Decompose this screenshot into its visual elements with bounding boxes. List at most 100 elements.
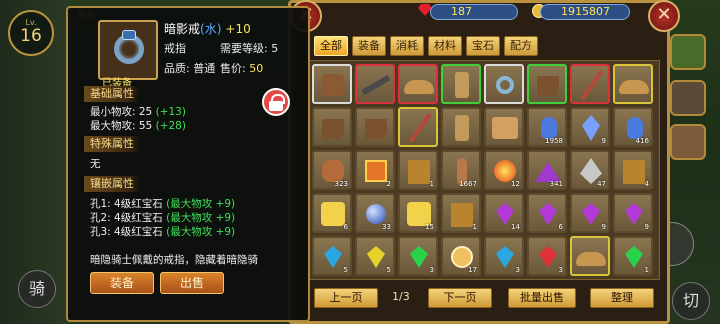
item-count: 3 (558, 266, 563, 274)
inventory-slot[interactable]: 3 (398, 236, 438, 276)
tab-all[interactable]: 全部 (314, 36, 348, 56)
tab-consumables[interactable]: 消耗 (390, 36, 424, 56)
scroll-side-icon[interactable] (670, 124, 706, 160)
gift-icon (365, 160, 387, 182)
inventory-slot[interactable] (312, 64, 352, 104)
boot-icon (365, 119, 387, 139)
gem-blue-icon (496, 246, 514, 268)
inventory-slot[interactable]: 3 (484, 236, 524, 276)
switch-button[interactable]: 切 (672, 282, 710, 320)
inventory-slot[interactable]: 1667 (441, 150, 481, 190)
book-icon (408, 160, 430, 184)
inlay-attr-line: 孔2: 4级红宝石 (最大物攻 +9) (90, 210, 235, 225)
inventory-slot[interactable] (398, 107, 438, 147)
gun-icon (361, 74, 391, 96)
inventory-slot[interactable]: 3 (527, 236, 567, 276)
inventory-slot[interactable]: 2 (355, 150, 395, 190)
item-name-text: 暗影戒 (164, 22, 201, 36)
ride-button[interactable]: 骑 (18, 270, 56, 308)
item-count: 1 (429, 180, 434, 188)
gem-green-icon (625, 246, 643, 268)
inventory-slot[interactable]: 323 (312, 150, 352, 190)
inventory-slot[interactable]: 1 (441, 193, 481, 233)
staff-icon (408, 112, 432, 144)
potion-icon (541, 117, 557, 139)
inventory-slot[interactable]: 15 (398, 193, 438, 233)
book-icon (451, 203, 473, 227)
bag-icon (322, 160, 344, 182)
item-enhance-level: +10 (225, 22, 251, 36)
attr-text: 最小物攻: 25 (90, 106, 153, 118)
inlay-bonus: (最大物攻 +9) (166, 212, 236, 224)
inventory-slot[interactable]: 341 (527, 150, 567, 190)
inventory-slot[interactable] (312, 107, 352, 147)
special-attr-none: 无 (90, 158, 101, 170)
inventory-slot[interactable]: 17 (441, 236, 481, 276)
inventory-slot[interactable]: 5 (312, 236, 352, 276)
hat-icon (404, 80, 434, 94)
inventory-slot[interactable]: 9 (613, 193, 653, 233)
inventory-slot[interactable]: 5 (355, 236, 395, 276)
inlay-bonus: (最大物攻 +9) (166, 226, 236, 238)
item-count: 9 (644, 223, 649, 231)
inventory-slot[interactable]: 9 (570, 107, 610, 147)
close-right-icon[interactable]: ✕ (648, 0, 680, 32)
inventory-slot[interactable]: 6 (527, 193, 567, 233)
inventory-slot[interactable] (355, 107, 395, 147)
bulk-sell-button[interactable]: 批量出售 (508, 288, 576, 308)
next-page-button[interactable]: 下一页 (428, 288, 492, 308)
inventory-slot[interactable]: 47 (570, 150, 610, 190)
inventory-slot[interactable]: 4 (613, 150, 653, 190)
inventory-slot[interactable]: 12 (484, 150, 524, 190)
tab-equipment[interactable]: 装备 (352, 36, 386, 56)
inventory-slot[interactable] (484, 107, 524, 147)
inventory-slot[interactable] (527, 64, 567, 104)
item-count: 14 (511, 223, 520, 231)
inventory-slot[interactable] (355, 64, 395, 104)
item-count: 33 (382, 223, 391, 231)
sell-button[interactable]: 出售 (160, 272, 224, 294)
character-side-icon[interactable] (670, 80, 706, 116)
inventory-slot[interactable] (570, 236, 610, 276)
inventory-slot[interactable]: 1 (398, 150, 438, 190)
gem-purple-icon (539, 203, 557, 225)
item-count: 17 (468, 266, 477, 274)
inlay-attributes-heading: 镶嵌属性 (84, 176, 140, 192)
level-badge[interactable]: Lv. 16 (8, 10, 54, 56)
tab-materials[interactable]: 材料 (428, 36, 462, 56)
inventory-slot[interactable]: 6 (312, 193, 352, 233)
bag-side-icon[interactable] (670, 34, 706, 70)
inventory-slot[interactable]: 33 (355, 193, 395, 233)
tab-gems[interactable]: 宝石 (466, 36, 500, 56)
staff-icon (580, 69, 604, 101)
equip-button[interactable]: 装备 (90, 272, 154, 294)
boot-icon (322, 119, 344, 139)
item-count: 1 (644, 266, 649, 274)
inventory-slot[interactable] (484, 64, 524, 104)
item-description: 暗隐骑士佩戴的戒指，隐藏着暗隐骑 (90, 254, 258, 266)
item-price: 售价: 50 (220, 60, 263, 76)
inventory-slot[interactable]: 9 (570, 193, 610, 233)
prev-page-button[interactable]: 上一页 (314, 288, 378, 308)
inventory-slot[interactable]: 1958 (527, 107, 567, 147)
base-attributes-heading: 基础属性 (84, 86, 140, 102)
gem-yellow-icon (367, 246, 385, 268)
sort-button[interactable]: 整理 (590, 288, 654, 308)
inventory-slot[interactable] (441, 107, 481, 147)
inventory-slot[interactable] (613, 64, 653, 104)
page-indicator: 1/3 (392, 290, 410, 303)
inventory-slot[interactable]: 14 (484, 193, 524, 233)
category-tabs: 全部 装备 消耗 材料 宝石 配方 (314, 36, 538, 56)
inventory-slot[interactable] (441, 64, 481, 104)
item-count: 3 (515, 266, 520, 274)
inventory-slot[interactable]: 416 (613, 107, 653, 147)
ring-icon (496, 76, 514, 94)
tab-recipes[interactable]: 配方 (504, 36, 538, 56)
item-count: 5 (386, 266, 391, 274)
inventory-slot[interactable] (570, 64, 610, 104)
lock-icon[interactable] (262, 88, 290, 116)
vest-icon (322, 74, 344, 96)
inventory-slot[interactable]: 1 (613, 236, 653, 276)
inventory-slot[interactable] (398, 64, 438, 104)
attr-text: 最大物攻: 55 (90, 120, 153, 132)
